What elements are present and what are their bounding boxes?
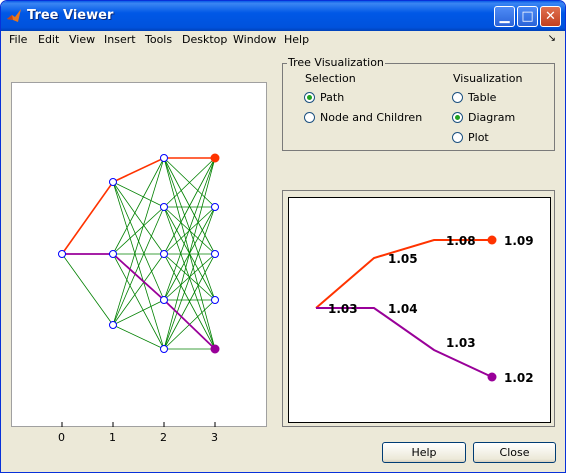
visualization-header: Visualization	[453, 72, 523, 85]
radio-diagram[interactable]	[452, 112, 463, 123]
menu-view[interactable]: View	[69, 33, 95, 46]
menu-bar: File Edit View Insert Tools Desktop Wind…	[4, 31, 562, 49]
x-tick-0: 0	[58, 431, 65, 444]
menu-help[interactable]: Help	[284, 33, 309, 46]
maximize-button[interactable]: □	[517, 6, 538, 27]
matlab-icon	[7, 9, 21, 22]
tree-axes	[11, 82, 267, 427]
radio-node-and-children[interactable]	[304, 112, 315, 123]
radio-path-label[interactable]: Path	[320, 91, 344, 104]
menu-file[interactable]: File	[9, 33, 27, 46]
radio-table-label[interactable]: Table	[468, 91, 496, 104]
group-title: Tree Visualization	[287, 56, 385, 69]
radio-plot[interactable]	[452, 132, 463, 143]
dock-arrow-icon[interactable]: ↘	[548, 33, 556, 44]
minimize-icon: ▁	[499, 9, 510, 24]
menu-edit[interactable]: Edit	[38, 33, 59, 46]
radio-table[interactable]	[452, 92, 463, 103]
maximize-icon: □	[521, 9, 534, 24]
radio-path[interactable]	[304, 92, 315, 103]
radio-diagram-label[interactable]: Diagram	[468, 111, 515, 124]
radio-node-and-children-label[interactable]: Node and Children	[320, 111, 422, 124]
menu-desktop[interactable]: Desktop	[182, 33, 227, 46]
title-bar[interactable]: Tree Viewer ▁ □ ✕	[1, 1, 565, 31]
selection-header: Selection	[305, 72, 356, 85]
window-title: Tree Viewer	[27, 8, 114, 23]
x-tick-1: 1	[109, 431, 116, 444]
menu-tools[interactable]: Tools	[145, 33, 172, 46]
close-icon: ✕	[545, 9, 556, 24]
diagram-axes	[288, 197, 551, 423]
menu-window[interactable]: Window	[233, 33, 276, 46]
minimize-button[interactable]: ▁	[494, 6, 515, 27]
radio-plot-label[interactable]: Plot	[468, 131, 489, 144]
close-window-button[interactable]: ✕	[540, 6, 561, 27]
help-button[interactable]: Help	[382, 442, 466, 463]
menu-insert[interactable]: Insert	[104, 33, 136, 46]
x-tick-3: 3	[211, 431, 218, 444]
close-button[interactable]: Close	[473, 442, 556, 463]
x-tick-2: 2	[160, 431, 167, 444]
